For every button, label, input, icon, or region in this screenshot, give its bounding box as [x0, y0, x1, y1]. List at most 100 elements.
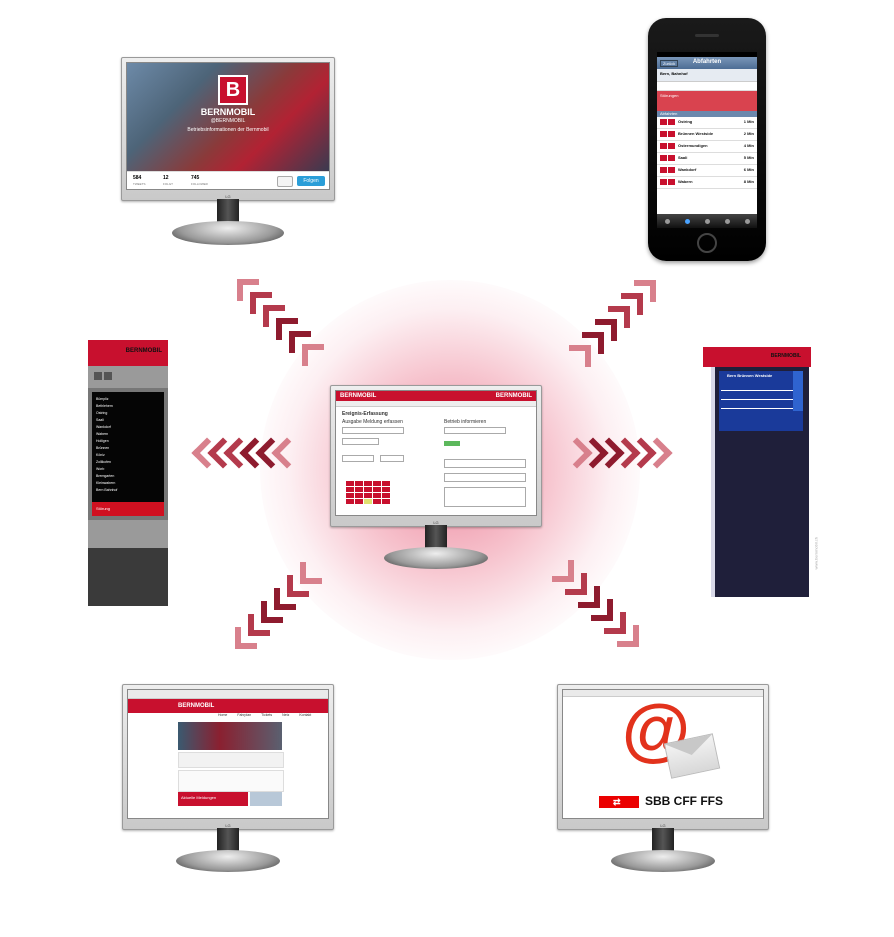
followers-label: FOLLOWER [191, 182, 208, 186]
center-field-7[interactable] [444, 473, 526, 482]
phone-row-dest: Wankdorf [678, 167, 697, 172]
stele-row: Holligen [96, 439, 109, 443]
tab-icon[interactable] [704, 218, 710, 224]
tab-icon[interactable] [744, 218, 750, 224]
phone-row-dest: Wabern [678, 179, 693, 184]
display-url: www.bernmobil.ch [813, 537, 818, 570]
top-left-base [172, 221, 284, 245]
phone-row-time: 4 Min [743, 143, 754, 148]
center-screen: BERNMOBIL BERNMOBIL Ereignis-Erfassung A… [335, 390, 537, 516]
twitter-bio: Betriebsinformationen der Bernmobil [187, 127, 269, 133]
email-screen: @ ⇄ SBB CFF FFS [562, 689, 764, 819]
tab-icon[interactable] [684, 218, 690, 224]
center-field-4[interactable] [342, 455, 374, 462]
center-bezel: BERNMOBIL BERNMOBIL Ereignis-Erfassung A… [330, 385, 542, 527]
phone-row-time: 5 Min [743, 155, 754, 160]
tab-icon[interactable] [664, 218, 670, 224]
nav-link[interactable]: Kontakt [299, 713, 311, 721]
bottom-left-monitor: BERNMOBIL Home Fahrplan Tickets Netz Kon… [122, 684, 334, 884]
nav-link[interactable]: Fahrplan [237, 713, 251, 721]
phone-row[interactable]: Ostermundigen 4 Min [657, 141, 757, 153]
phone-notice: Störungen [657, 91, 757, 111]
phone-row-dest: Ostermundigen [678, 143, 708, 148]
nav-link[interactable]: Home [218, 713, 227, 721]
center-field-1[interactable] [342, 427, 404, 434]
display-panel: Bern Brünnen Westside www.bernmobil.ch [711, 367, 818, 597]
center-header-bar: BERNMOBIL BERNMOBIL [336, 391, 536, 401]
nav-link[interactable]: Netz [282, 713, 289, 721]
phone-row[interactable]: Brünnen Westside 2 Min [657, 129, 757, 141]
display-title: Bern Brünnen Westside [727, 373, 773, 378]
center-brand: BERNMOBIL [340, 393, 377, 399]
top-left-screen: B BERNMOBIL @BERNMOBIL Betriebsinformati… [126, 62, 330, 190]
stele-row: Ostring [96, 411, 108, 415]
nav-link[interactable]: Tickets [261, 713, 272, 721]
following-count: 12 [163, 175, 169, 181]
stele-row: Bremgarten [96, 474, 115, 478]
phone-row[interactable]: Saali 5 Min [657, 153, 757, 165]
website-nav: Home Fahrplan Tickets Netz Kontakt [128, 713, 328, 721]
bottom-right-bezel: @ ⇄ SBB CFF FFS LG [557, 684, 769, 830]
center-brand-right: BERNMOBIL [495, 393, 532, 399]
website-screen: BERNMOBIL Home Fahrplan Tickets Netz Kon… [127, 689, 329, 819]
stele-row: Zollikofen [96, 460, 111, 464]
phone-screen: Zurück Abfahrten Bern, Bahnhof Störungen… [657, 52, 757, 228]
center-field-2[interactable] [342, 438, 379, 445]
phone-row[interactable]: Wabern 8 Min [657, 177, 757, 189]
tab-icon[interactable] [724, 218, 730, 224]
center-section-right: Betrieb informieren [444, 419, 487, 425]
center-field-3[interactable] [444, 427, 506, 434]
info-stele: BERNMOBIL Bümpliz Bethlehem Ostring Saal… [88, 340, 168, 606]
sbb-text: SBB CFF FFS [645, 794, 723, 808]
twitter-stats-bar: 584 TWEETS 12 FOLGT 745 FOLLOWER Folgen [127, 171, 329, 189]
bottom-left-bezel: BERNMOBIL Home Fahrplan Tickets Netz Kon… [122, 684, 334, 830]
center-green-button[interactable] [444, 441, 460, 446]
phone-section-label: Abfahrten [660, 111, 678, 116]
stele-row: Bethlehem [96, 404, 113, 408]
website-banner[interactable]: Aktuelle Meldungen [178, 792, 248, 806]
phone-stop-bar: Bern, Bahnhof [657, 69, 757, 82]
phone-row-dest: Saali [678, 155, 688, 160]
display-header: BERNMOBIL [703, 347, 811, 367]
stele-brand: BERNMOBIL [125, 348, 162, 354]
twitter-handle: @BERNMOBIL [210, 118, 246, 124]
phone-row-time: 1 Min [743, 119, 754, 124]
smartphone: Zurück Abfahrten Bern, Bahnhof Störungen… [648, 18, 766, 261]
phone-tabbar [657, 214, 757, 228]
center-title: Ereignis-Erfassung [342, 411, 388, 417]
tweets-count: 584 [133, 175, 142, 181]
phone-row[interactable]: Ostring 1 Min [657, 117, 757, 129]
user-menu-icon[interactable] [277, 176, 293, 187]
display-screen: Bern Brünnen Westside [719, 371, 803, 431]
stele-header: BERNMOBIL [88, 340, 168, 366]
tweets-label: TWEETS [133, 182, 146, 186]
center-textarea[interactable] [444, 487, 526, 507]
stele-screen: Bümpliz Bethlehem Ostring Saali Wankdorf… [92, 392, 164, 506]
center-field-5[interactable] [380, 455, 404, 462]
phone-row[interactable]: Wankdorf 6 Min [657, 165, 757, 177]
top-left-bezel: B BERNMOBIL @BERNMOBIL Betriebsinformati… [121, 57, 335, 201]
phone-speaker [695, 34, 719, 37]
stele-alert-text: Störung [96, 506, 111, 511]
website-hero-image [178, 722, 282, 750]
stele-row: Worb [96, 467, 105, 471]
stop-display: BERNMOBIL Bern Brünnen Westside www.bern… [703, 347, 818, 597]
display-brand: BERNMOBIL [770, 353, 801, 359]
phone-notice-text: Störungen [660, 93, 679, 98]
phone-row-dest: Brünnen Westside [678, 131, 714, 136]
followers-count: 745 [191, 175, 200, 181]
phone-stop-name: Bern, Bahnhof [660, 71, 688, 76]
stele-row: Köniz [96, 453, 105, 457]
sbb-logo-icon: ⇄ [599, 796, 639, 808]
stele-row: Bümpliz [96, 397, 109, 401]
bottom-right-monitor: @ ⇄ SBB CFF FFS LG [557, 684, 769, 884]
stele-row: Kleinwabern [96, 481, 116, 485]
website-brand: BERNMOBIL [178, 703, 215, 709]
follow-button[interactable]: Folgen [297, 176, 325, 186]
phone-row-time: 6 Min [743, 167, 754, 172]
stele-row: Bern Bahnhof [96, 488, 118, 492]
phone-home-button[interactable] [697, 233, 717, 253]
center-field-6[interactable] [444, 459, 526, 468]
bottom-right-base [611, 850, 715, 872]
phone-row-dest: Ostring [678, 119, 693, 124]
